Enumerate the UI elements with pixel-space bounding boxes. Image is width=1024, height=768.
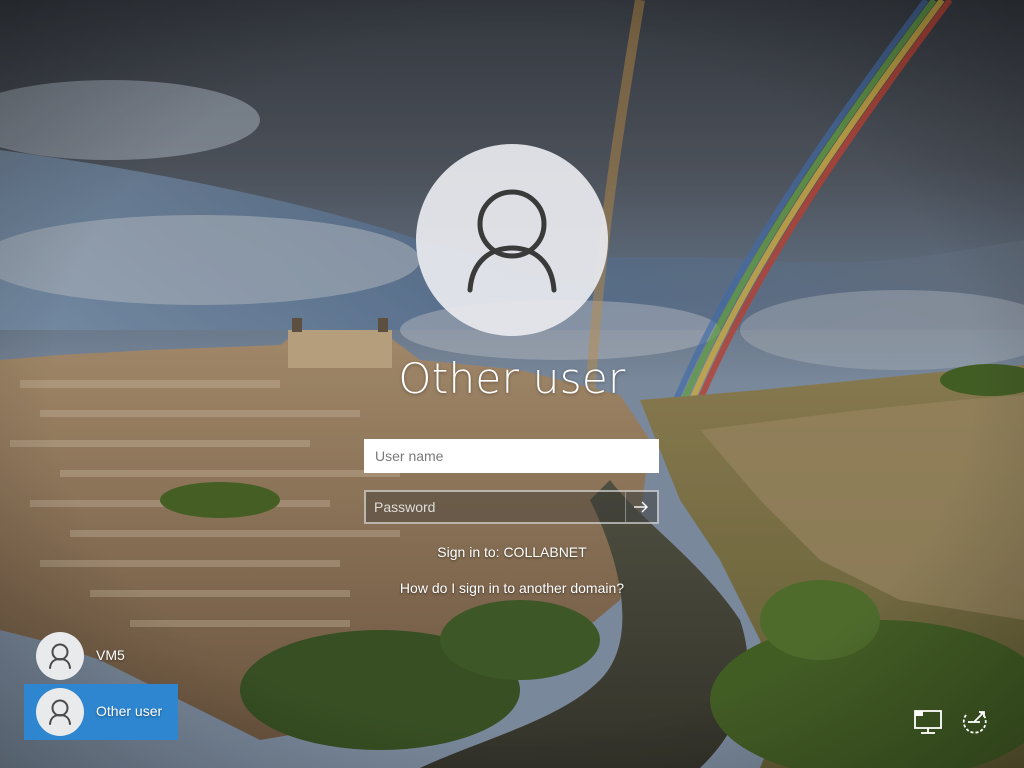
user-tile-label: VM5 <box>96 647 125 663</box>
submit-button[interactable] <box>625 492 657 522</box>
password-field-container <box>364 490 659 524</box>
user-silhouette-icon <box>49 643 71 669</box>
user-tile-vm5[interactable]: VM5 <box>24 628 178 684</box>
avatar <box>36 632 84 680</box>
ease-of-access-button[interactable] <box>956 704 992 740</box>
ease-of-access-icon <box>962 711 987 734</box>
network-button[interactable] <box>910 704 946 740</box>
account-display-name: Other user <box>398 354 626 403</box>
password-input[interactable] <box>366 492 628 522</box>
network-icon <box>914 710 942 734</box>
user-tile-other-user[interactable]: Other user <box>24 684 178 740</box>
sign-in-domain-label: Sign in to: COLLABNET <box>437 544 587 560</box>
lock-screen: Other user Sign in to: COLLABNET How do … <box>0 0 1024 768</box>
arrow-right-icon <box>634 501 648 513</box>
user-silhouette-icon <box>49 699 71 725</box>
user-silhouette-icon <box>467 189 557 293</box>
user-avatar-large <box>416 144 608 336</box>
avatar <box>36 688 84 736</box>
username-input[interactable] <box>364 439 659 473</box>
another-domain-help-link[interactable]: How do I sign in to another domain? <box>312 580 712 596</box>
user-tile-label: Other user <box>96 703 163 719</box>
